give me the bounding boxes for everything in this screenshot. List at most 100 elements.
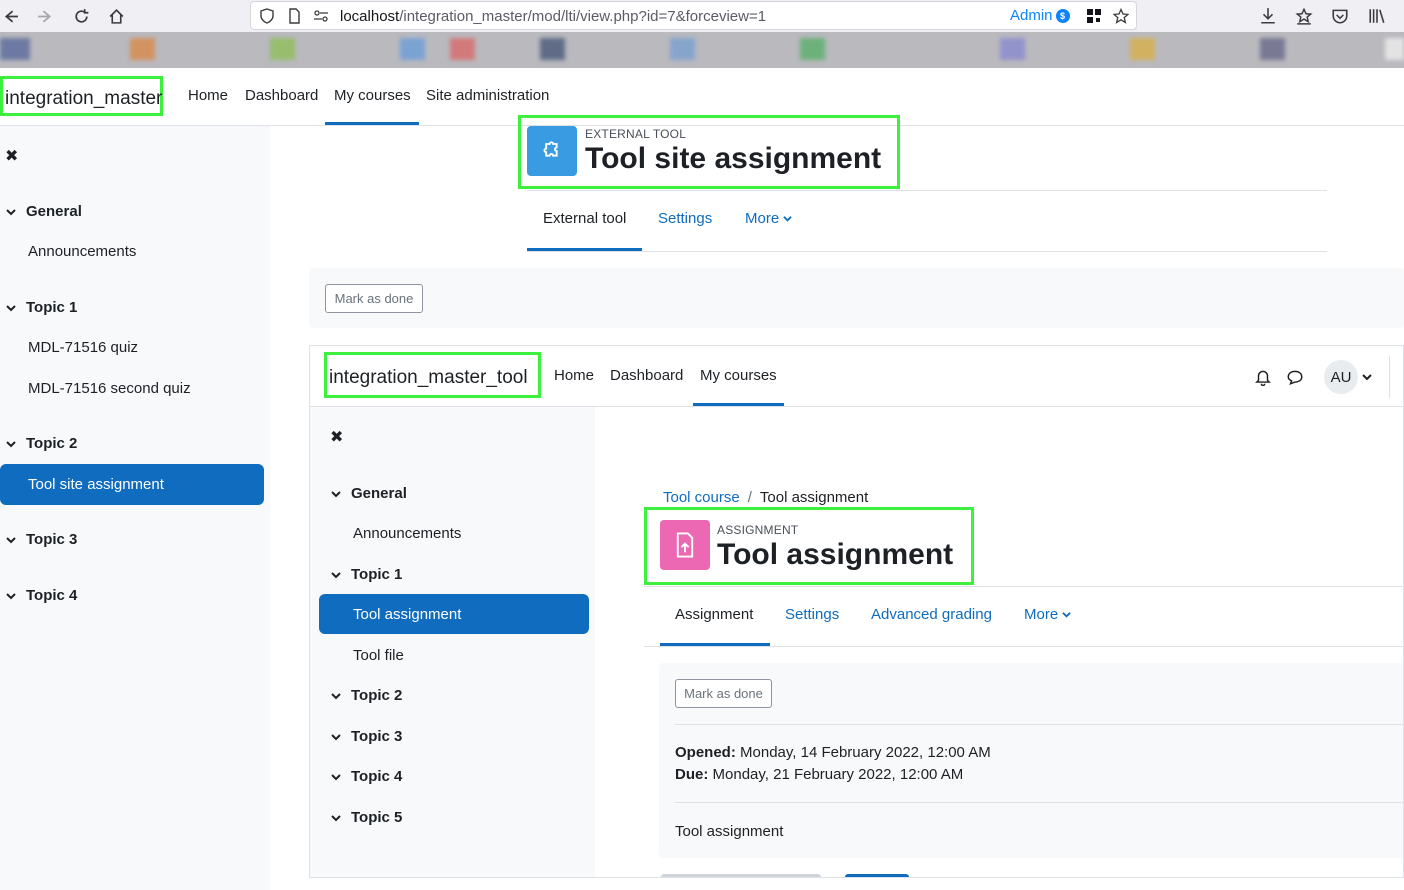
tool-site-brand[interactable]: integration_master_tool [329,367,528,389]
chevron-down-icon [331,815,341,822]
shield-icon[interactable] [259,8,275,24]
tab-more[interactable]: More [745,210,793,227]
section-title: Topic 1 [351,566,403,583]
extension-star-icon[interactable] [1295,7,1313,25]
nav-dashboard[interactable]: Dashboard [245,87,318,104]
drawer-item-announcements[interactable]: Announcements [28,243,136,260]
tab-external-tool[interactable]: External tool [543,210,626,227]
tool-drawer-section-topic-4[interactable]: Topic 4 [331,768,402,785]
tool-tab-assignment[interactable]: Assignment [675,606,753,623]
notifications-bell-icon[interactable] [1254,368,1272,386]
nav-site-administration[interactable]: Site administration [426,87,549,104]
user-menu-chevron-icon[interactable] [1362,372,1372,382]
tab-more-label: More [1024,606,1059,623]
tool-tab-settings[interactable]: Settings [785,606,839,623]
tool-drawer-section-topic-2[interactable]: Topic 2 [331,687,402,704]
drawer-section-topic-2[interactable]: Topic 2 [6,435,77,452]
bookmark-blob[interactable] [1260,38,1285,60]
divider [675,802,1403,803]
close-drawer-icon[interactable]: ✖ [5,146,18,166]
chevron-down-icon [331,774,341,781]
drawer-section-topic-4[interactable]: Topic 4 [6,587,77,604]
tool-tab-more[interactable]: More [1024,606,1072,623]
pocket-icon[interactable] [1331,7,1349,25]
drawer-section-topic-3[interactable]: Topic 3 [6,531,77,548]
section-title: General [26,203,82,220]
tool-drawer-section-topic-5[interactable]: Topic 5 [331,809,402,826]
nav-active-indicator [325,122,419,125]
url-bar[interactable]: localhost/integration_master/mod/lti/vie… [250,1,1137,30]
nav-my-courses[interactable]: My courses [334,87,411,104]
bookmark-blob[interactable] [1000,38,1025,60]
divider [644,646,1403,647]
back-icon[interactable] [0,6,20,26]
tool-nav-home[interactable]: Home [554,367,594,384]
tool-drawer-section-topic-3[interactable]: Topic 3 [331,728,402,745]
chevron-down-icon [6,305,16,312]
browser-toolbar: localhost/integration_master/mod/lti/vie… [0,0,1404,32]
bookmark-blob[interactable] [1385,38,1404,60]
tool-nav-dashboard[interactable]: Dashboard [610,367,683,384]
forward-icon[interactable] [35,6,55,26]
due-label: Due: [675,766,709,783]
drawer-section-topic-1[interactable]: Topic 1 [6,299,77,316]
library-icon[interactable] [1368,7,1386,25]
bookmark-star-icon[interactable] [1113,8,1129,24]
site-brand[interactable]: integration_master [5,88,162,110]
bookmark-blob[interactable] [540,38,565,60]
due-value: Monday, 21 February 2022, 12:00 AM [712,766,964,783]
nav-home[interactable]: Home [188,87,228,104]
url-text[interactable]: localhost/integration_master/mod/lti/vie… [340,8,766,25]
bookmark-blob[interactable] [1130,38,1155,60]
drawer-item-label: Tool site assignment [28,476,164,493]
tool-tab-advanced-grading[interactable]: Advanced grading [871,606,992,623]
chevron-down-icon [331,734,341,741]
tab-settings[interactable]: Settings [658,210,712,227]
tool-close-drawer-icon[interactable]: ✖ [330,427,343,447]
tool-drawer-item-announcements[interactable]: Announcements [353,525,461,542]
breadcrumb-separator: / [747,489,752,506]
bookmark-blob[interactable] [450,38,475,60]
tool-drawer-item-tool-assignment[interactable]: Tool assignment [319,594,589,634]
breadcrumb-course-link[interactable]: Tool course [663,489,740,506]
drawer-item-quiz[interactable]: MDL-71516 quiz [28,339,138,356]
tool-drawer-section-general[interactable]: General [331,485,407,502]
tool-nav-my-courses[interactable]: My courses [700,367,777,384]
drawer-item-second-quiz[interactable]: MDL-71516 second quiz [28,380,191,397]
section-title: General [351,485,407,502]
partial-primary-button[interactable] [845,874,909,877]
tool-drawer-item-tool-file[interactable]: Tool file [353,647,404,664]
tool-mark-as-done-button[interactable]: Mark as done [675,679,772,708]
tool-course-index-drawer: ✖ General Announcements Topic 1 Tool ass… [310,407,595,877]
drawer-section-general[interactable]: General [6,203,82,220]
page-title: Tool site assignment [585,142,882,175]
bookmark-blob[interactable] [130,38,155,60]
partial-button[interactable] [661,874,821,877]
qr-code-icon[interactable] [1086,8,1102,24]
container-dot-icon: $ [1055,8,1070,23]
tool-drawer-section-topic-1[interactable]: Topic 1 [331,566,402,583]
drawer-item-label: Tool assignment [353,605,462,623]
bookmark-blob[interactable] [270,38,295,60]
section-title: Topic 2 [351,687,403,704]
bookmark-blob[interactable] [400,38,425,60]
drawer-item-tool-site-assignment[interactable]: Tool site assignment [0,464,264,505]
container-badge[interactable]: Admin $ [1010,7,1070,24]
messages-bubble-icon[interactable] [1286,368,1304,386]
page-icon[interactable] [286,8,302,24]
downloads-icon[interactable] [1259,7,1277,25]
home-icon[interactable] [106,6,126,26]
user-avatar[interactable]: AU [1324,360,1358,394]
bookmark-blob[interactable] [800,38,825,60]
reload-icon[interactable] [71,6,91,26]
bookmark-blob[interactable] [0,38,30,60]
mark-as-done-button[interactable]: Mark as done [325,284,423,313]
url-path: /integration_master/mod/lti/view.php?id=… [399,8,767,25]
module-type-label: EXTERNAL TOOL [585,127,687,141]
bookmark-blob[interactable] [670,38,695,60]
opened-label: Opened: [675,744,736,761]
navbar-divider [1389,356,1390,398]
assignment-upload-icon [660,520,710,570]
tool-navbar: integration_master_tool Home Dashboard M… [310,346,1403,407]
permissions-icon[interactable] [313,8,329,24]
